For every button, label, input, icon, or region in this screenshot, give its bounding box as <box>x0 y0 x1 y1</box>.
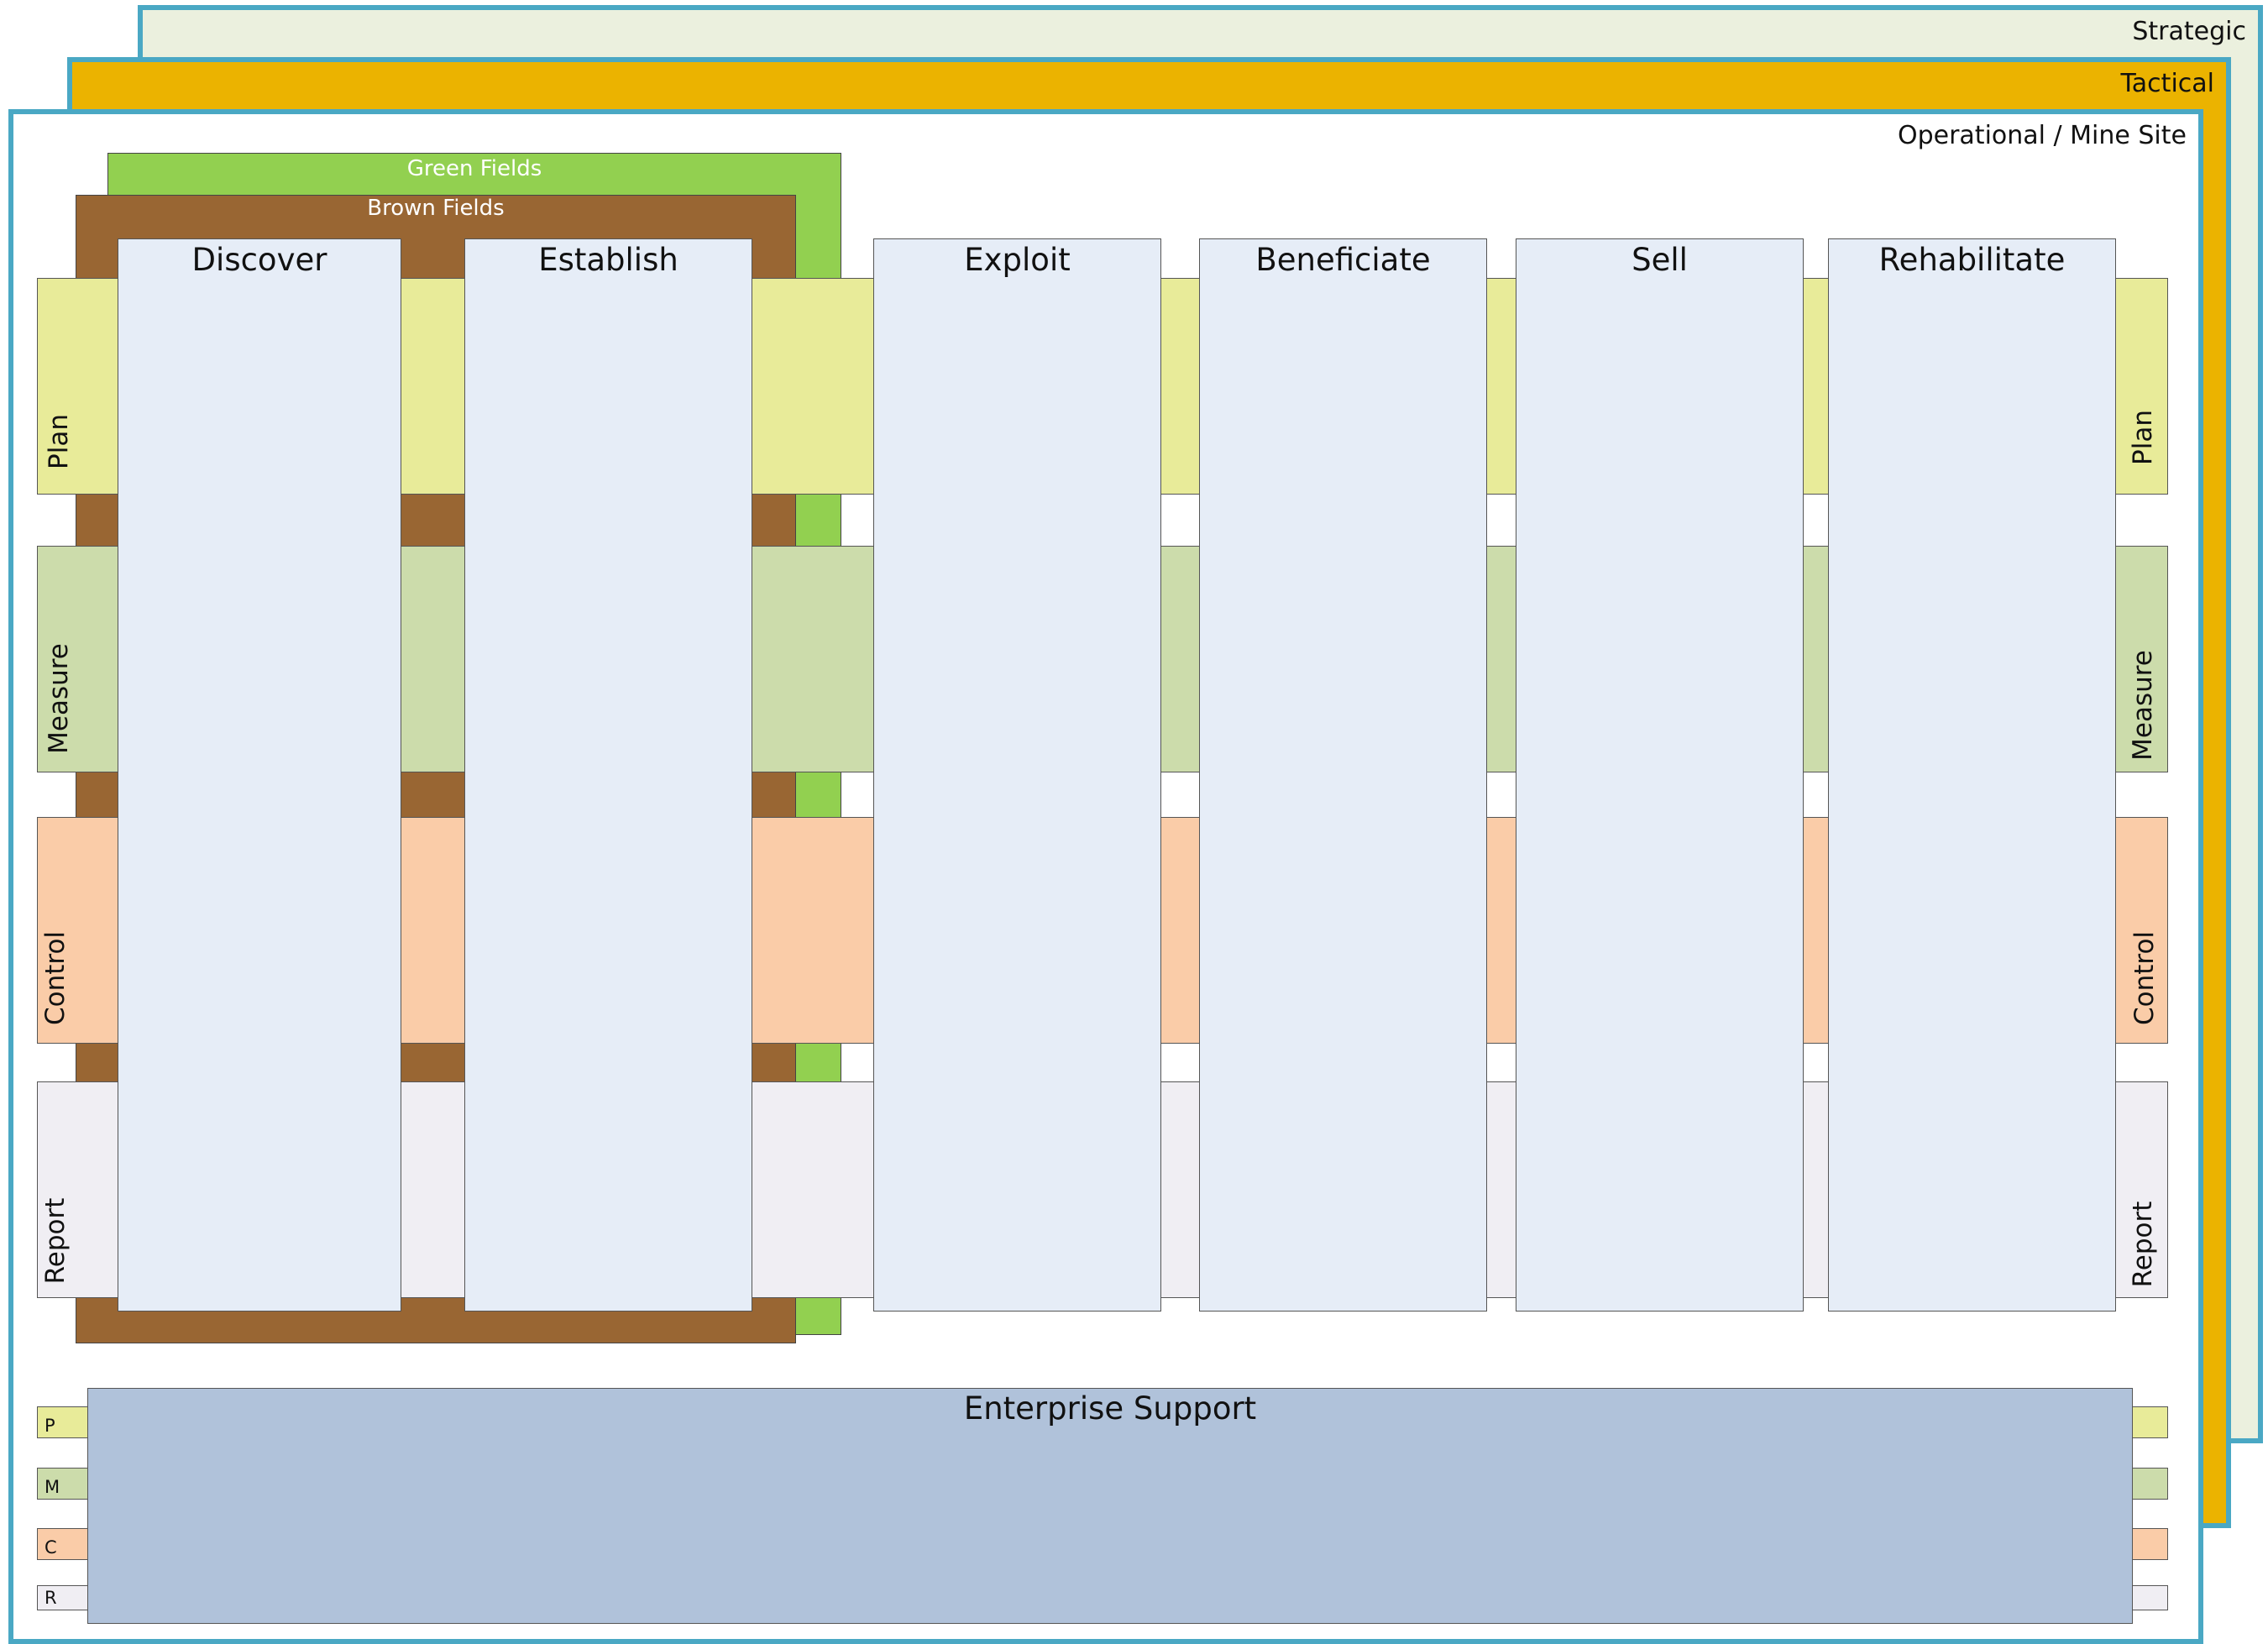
brown-fields-label: Brown Fields <box>367 196 505 221</box>
report-label-left: Report <box>40 1197 71 1285</box>
plan-label-left: Plan <box>44 414 74 469</box>
phase-title-rehabilitate: Rehabilitate <box>1878 242 2066 278</box>
enterprise-p-label: P <box>45 1416 55 1436</box>
phase-establish: Establish <box>464 238 752 1312</box>
phase-sell: Sell <box>1516 238 1804 1312</box>
control-label-left-box: Control <box>37 817 118 1044</box>
phase-title-exploit: Exploit <box>964 242 1071 278</box>
enterprise-r-label: R <box>45 1588 57 1608</box>
report-label-right-box: Report <box>2114 1081 2168 1298</box>
operational-label: Operational / Mine Site <box>1897 121 2187 150</box>
enterprise-m-label: M <box>45 1477 60 1497</box>
tactical-label: Tactical <box>2120 69 2214 98</box>
report-label-right: Report <box>2128 1201 2158 1288</box>
green-fields-label: Green Fields <box>406 156 542 181</box>
control-label-right-box: Control <box>2114 817 2168 1044</box>
phase-title-discover: Discover <box>191 242 327 278</box>
control-label-right: Control <box>2129 930 2160 1026</box>
phase-beneficiate: Beneficiate <box>1199 238 1487 1312</box>
enterprise-support-title: Enterprise Support <box>963 1390 1257 1427</box>
phase-discover: Discover <box>118 238 401 1312</box>
enterprise-support-box: Enterprise Support <box>87 1388 2133 1624</box>
plan-label-right: Plan <box>2128 410 2158 465</box>
measure-label-left: Measure <box>44 643 74 754</box>
measure-label-right: Measure <box>2128 650 2158 761</box>
plan-label-right-box: Plan <box>2114 278 2168 495</box>
report-label-left-box: Report <box>37 1081 118 1298</box>
measure-label-right-box: Measure <box>2114 546 2168 772</box>
control-label-left: Control <box>40 930 71 1026</box>
measure-label-left-box: Measure <box>37 546 118 772</box>
phase-title-beneficiate: Beneficiate <box>1255 242 1431 278</box>
strategic-label: Strategic <box>2132 17 2246 46</box>
phase-title-sell: Sell <box>1632 242 1688 278</box>
plan-label-left-box: Plan <box>37 278 118 495</box>
phase-title-establish: Establish <box>538 242 678 278</box>
phase-rehabilitate: Rehabilitate <box>1828 238 2116 1312</box>
enterprise-c-label: C <box>45 1537 57 1558</box>
phase-exploit: Exploit <box>873 238 1161 1312</box>
